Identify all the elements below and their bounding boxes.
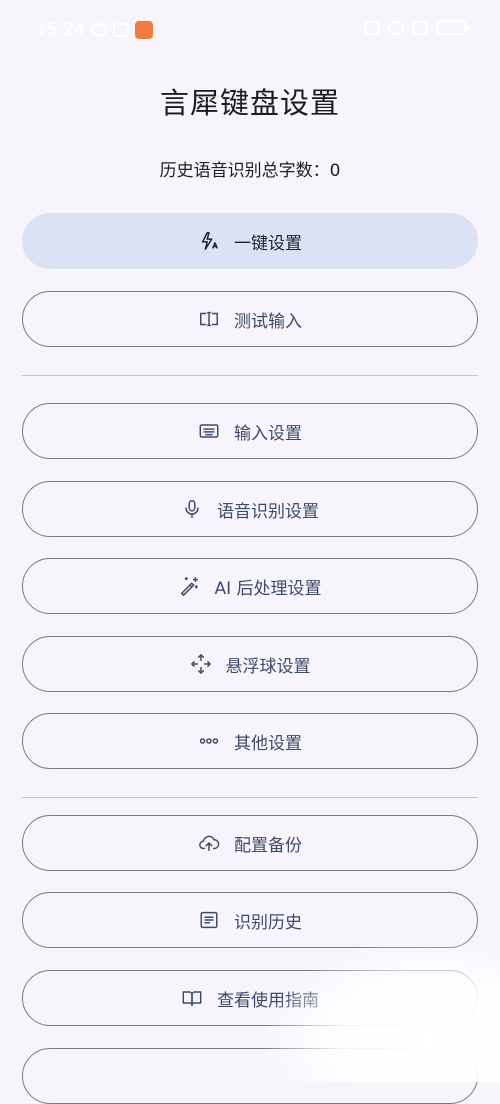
history-button[interactable]: 识别历史 [22, 892, 478, 948]
status-time: 15:24 [36, 20, 85, 40]
test-input-label: 测试输入 [234, 311, 302, 332]
cloud-upload-icon [199, 835, 220, 852]
test-input-button[interactable]: 测试输入 [22, 291, 478, 347]
ai-postprocess-button[interactable]: AI 后处理设置 [22, 558, 478, 614]
input-settings-button[interactable]: 输入设置 [22, 403, 478, 459]
quick-setup-label: 一键设置 [234, 233, 302, 254]
keyboard-icon [199, 424, 219, 438]
page-title: 言犀键盘设置 [159, 86, 340, 120]
input-settings-label: 输入设置 [234, 423, 302, 444]
other-settings-label: 其他设置 [234, 733, 302, 754]
history-label: 识别历史 [234, 912, 302, 933]
status-left: 15:24 [36, 20, 153, 40]
magic-lightning-icon [201, 232, 218, 250]
floating-ball-label: 悬浮球设置 [225, 656, 311, 677]
divider [22, 797, 478, 798]
microphone-icon [185, 500, 199, 518]
document-list-icon [200, 911, 218, 929]
word-count-text: 历史语音识别总字数：0 [159, 161, 341, 181]
magic-wand-icon [181, 577, 199, 597]
ai-postprocess-label: AI 后处理设置 [214, 578, 322, 599]
quick-setup-button[interactable]: 一键设置 [22, 213, 478, 269]
vibrate-icon [364, 20, 380, 35]
backup-button[interactable]: 配置备份 [22, 815, 478, 871]
battery-icon [436, 20, 469, 35]
status-bar: 15:24 [0, 0, 500, 62]
other-settings-button[interactable]: 其他设置 [22, 713, 478, 769]
asr-settings-button[interactable]: 语音识别设置 [22, 481, 478, 537]
guide-label: 查看使用指南 [217, 990, 319, 1011]
move-arrows-icon [190, 654, 211, 674]
signal-icon [412, 20, 428, 35]
nfc-icon [113, 23, 129, 37]
next-button-partial[interactable] [22, 1048, 478, 1104]
divider [22, 375, 478, 376]
wifi-icon [388, 20, 404, 35]
backup-label: 配置备份 [234, 835, 302, 856]
alarm-icon [91, 23, 107, 37]
floating-ball-button[interactable]: 悬浮球设置 [22, 636, 478, 692]
asr-settings-label: 语音识别设置 [217, 501, 319, 522]
status-right [364, 20, 469, 35]
more-dots-icon [199, 738, 219, 744]
open-book-icon [182, 991, 202, 1007]
app-notification-icon [135, 21, 153, 39]
guide-button[interactable]: 查看使用指南 [22, 970, 478, 1026]
input-box-icon [200, 311, 218, 327]
